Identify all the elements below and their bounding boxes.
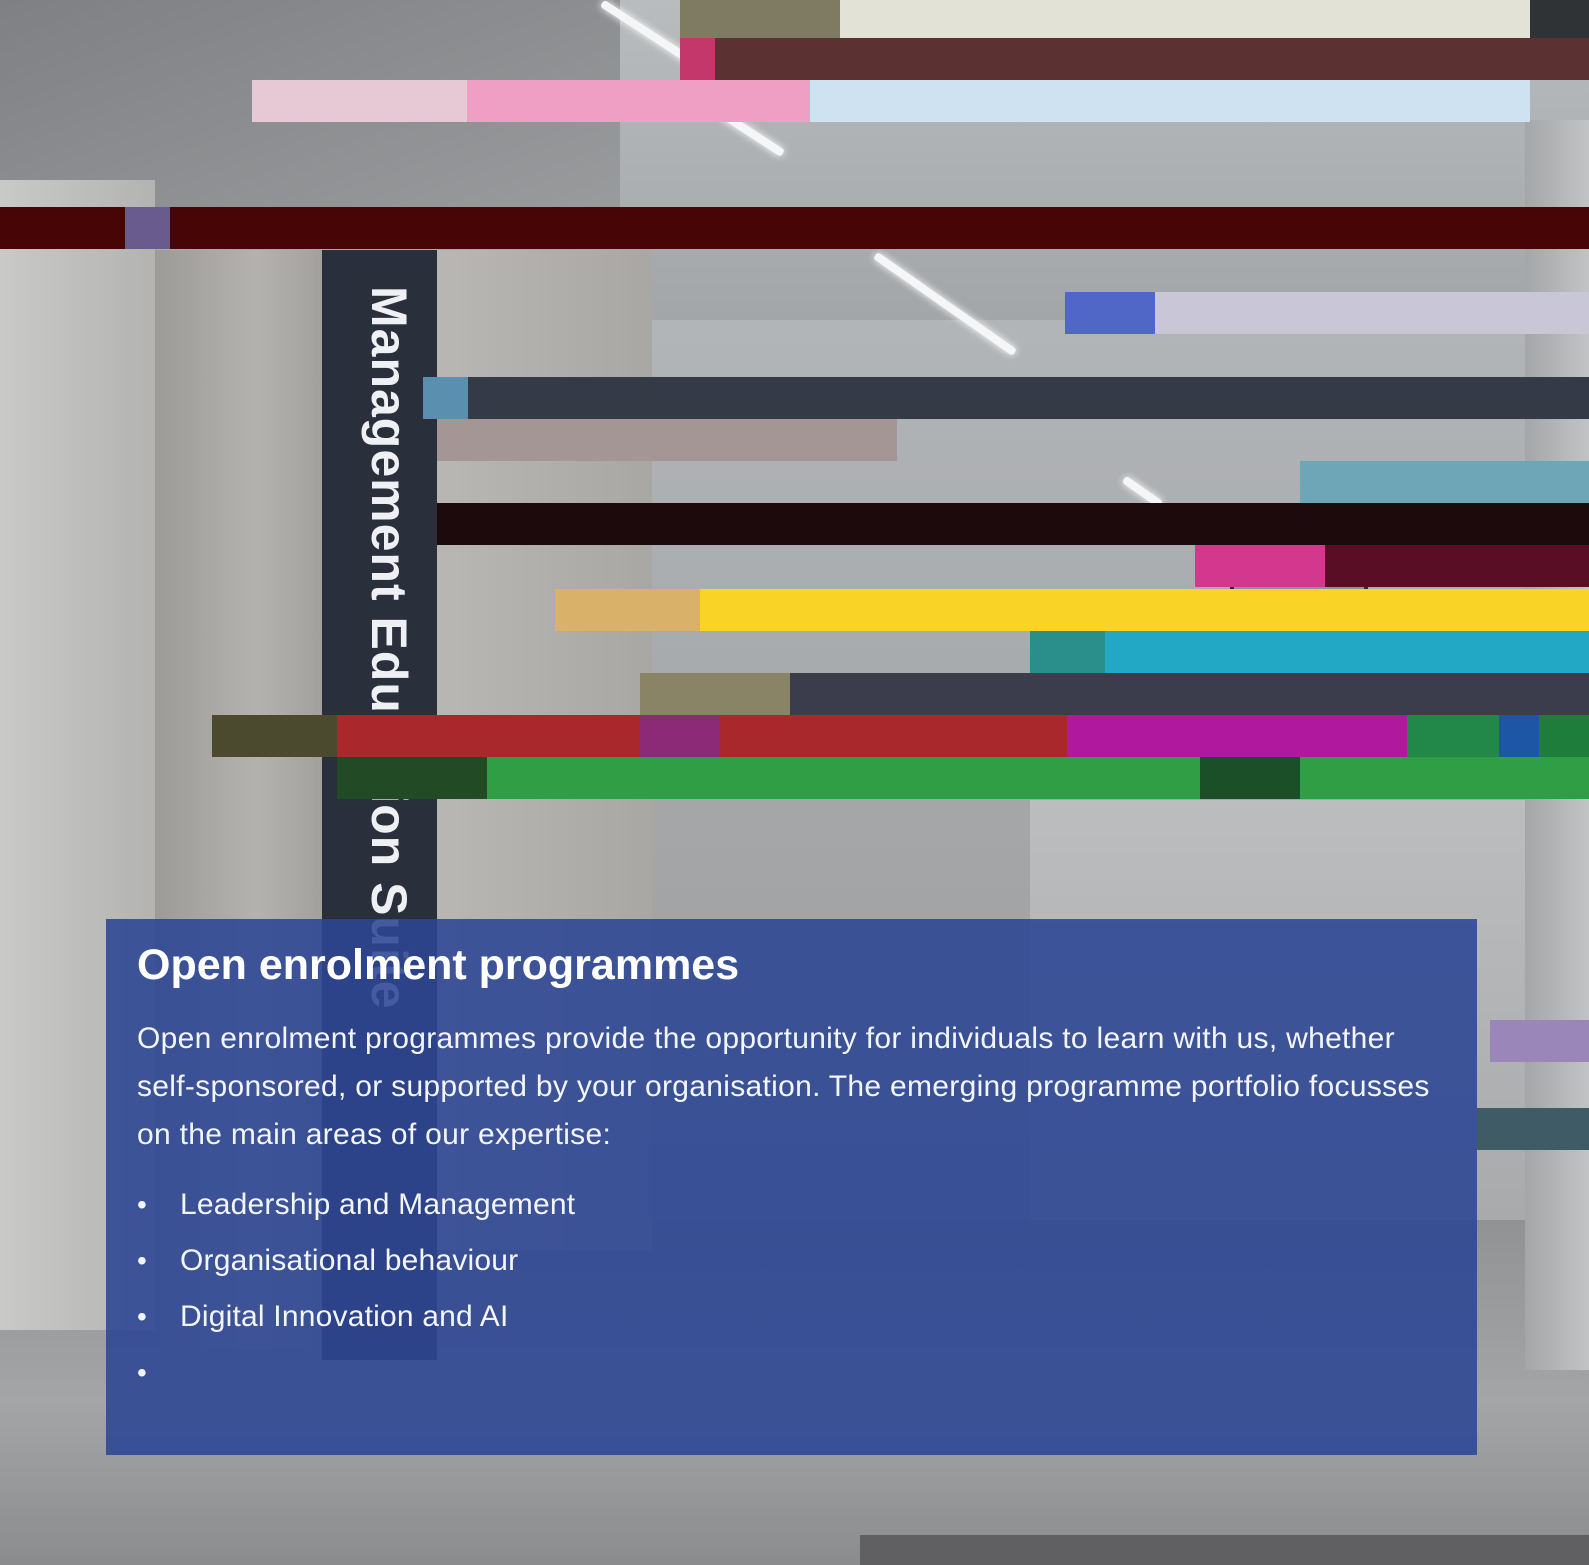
glitch-band [810, 80, 1530, 122]
list-item: Leadership and Management [137, 1177, 1445, 1233]
programme-info-panel: Open enrolment programmes Open enrolment… [106, 919, 1477, 1455]
glitch-band [640, 715, 720, 757]
list-item: Organisational behaviour [137, 1233, 1445, 1289]
glitch-band [212, 715, 337, 757]
glitch-band [1477, 1108, 1589, 1150]
glitch-band [680, 0, 840, 38]
glitch-band [1530, 0, 1589, 38]
glitch-band [1490, 1020, 1589, 1062]
glitch-band [1030, 631, 1105, 673]
list-item: Digital Innovation and AI [137, 1289, 1445, 1345]
glitch-band [467, 80, 810, 122]
panel-body: Open enrolment programmes provide the op… [137, 1022, 1430, 1151]
glitch-band [555, 589, 700, 631]
glitch-band [860, 1535, 1589, 1565]
glitch-band [437, 419, 897, 461]
glitch-band [0, 207, 1589, 249]
glitch-band [252, 80, 467, 122]
glitch-band [1407, 715, 1499, 757]
glitch-band [1300, 461, 1589, 503]
glitch-band [1155, 292, 1589, 334]
glitch-band [840, 0, 1530, 38]
glitch-band [1539, 715, 1589, 757]
glitch-band [700, 589, 1589, 631]
glitch-band [715, 38, 1589, 80]
glitch-band [423, 377, 468, 419]
glitch-band [640, 673, 790, 715]
glitch-band [1067, 715, 1407, 757]
expertise-list: Leadership and Management Organisational… [137, 1177, 1445, 1401]
glitch-band [487, 757, 1589, 799]
glitch-band [423, 377, 1589, 419]
glitch-band [125, 207, 170, 249]
glitch-band [337, 757, 487, 799]
glitch-band [437, 503, 1589, 545]
list-item [137, 1345, 1445, 1401]
glitch-band [1065, 292, 1155, 334]
glitch-band [790, 673, 1589, 715]
glitch-band [1200, 757, 1300, 799]
glitch-band [1030, 631, 1589, 673]
panel-title: Open enrolment programmes [137, 941, 740, 989]
signpost-text: Management Education Suite [361, 286, 417, 1010]
glitch-band [680, 38, 715, 80]
glitch-band [1195, 545, 1325, 587]
glitch-band [1499, 715, 1539, 757]
